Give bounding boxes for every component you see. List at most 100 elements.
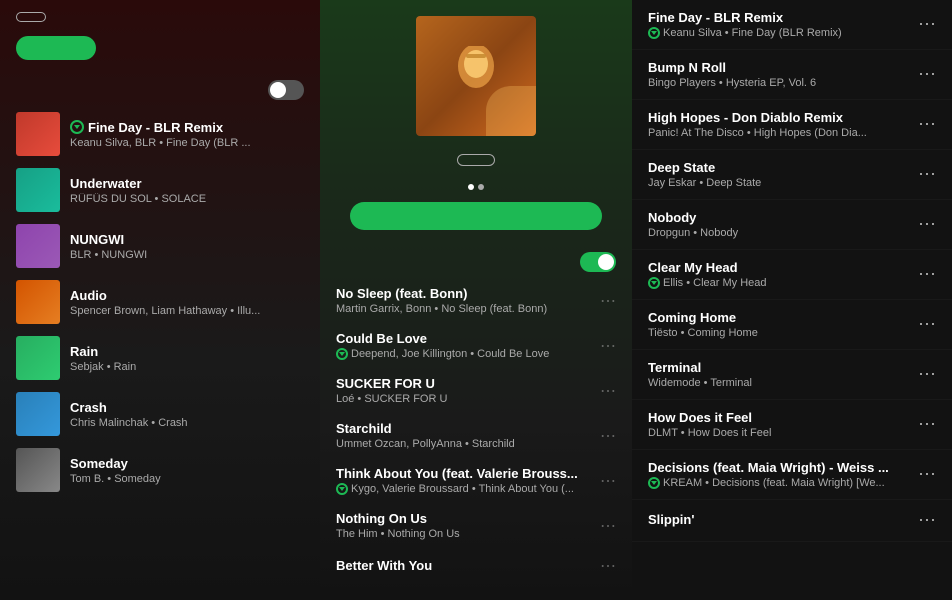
toggle-knob	[270, 82, 286, 98]
track-info: Starchild Ummet Ozcan, PollyAnna • Starc…	[336, 421, 588, 450]
track-thumbnail	[16, 448, 60, 492]
download-arrow	[651, 31, 657, 35]
track-item[interactable]: Better With You ⋯	[320, 548, 632, 584]
dot-2[interactable]	[478, 184, 484, 190]
track-info: Nothing On Us The Him • Nothing On Us	[336, 511, 588, 540]
playlist-hero	[320, 0, 632, 252]
download-toggle[interactable]	[268, 80, 304, 100]
more-options-icon[interactable]: ⋯	[918, 214, 936, 235]
track-meta: Bingo Players • Hysteria EP, Vol. 6	[648, 77, 910, 89]
more-options-icon[interactable]: ⋯	[600, 516, 616, 536]
track-info: Underwater RÜFÜS DU SOL • SOLACE	[70, 176, 278, 205]
more-options-icon[interactable]: ⋯	[600, 426, 616, 446]
track-item[interactable]: Bump N Roll Bingo Players • Hysteria EP,…	[632, 50, 952, 100]
track-info: Slippin'	[648, 512, 910, 529]
track-name: Fine Day - BLR Remix	[648, 10, 910, 25]
track-info: SUCKER FOR U Loé • SUCKER FOR U	[336, 376, 588, 405]
track-name: Bump N Roll	[648, 60, 910, 75]
track-item[interactable]: SUCKER FOR U Loé • SUCKER FOR U ⋯	[320, 368, 632, 413]
track-meta: Sebjak • Rain	[70, 361, 278, 373]
download-arrow	[651, 481, 657, 485]
track-meta: Kygo, Valerie Broussard • Think About Yo…	[336, 483, 588, 495]
more-options-icon[interactable]: ⋯	[918, 64, 936, 85]
more-options-icon[interactable]: ⋯	[600, 556, 616, 576]
track-meta: KREAM • Decisions (feat. Maia Wright) [W…	[648, 477, 910, 489]
track-info: Fine Day - BLR Remix Keanu Silva, BLR • …	[70, 120, 278, 149]
track-item[interactable]: Someday Tom B. • Someday ⋯	[8, 442, 312, 498]
track-name: Nobody	[648, 210, 910, 225]
track-meta: Panic! At The Disco • High Hopes (Don Di…	[648, 127, 910, 139]
dot-1[interactable]	[468, 184, 474, 190]
track-info: High Hopes - Don Diablo Remix Panic! At …	[648, 110, 910, 139]
track-item[interactable]: Clear My Head Ellis • Clear My Head ⋯	[632, 250, 952, 300]
more-options-icon[interactable]: ⋯	[600, 336, 616, 356]
more-options-icon[interactable]: ⋯	[600, 471, 616, 491]
track-item[interactable]: Slippin' ⋯	[632, 500, 952, 542]
play-button[interactable]	[16, 36, 96, 60]
track-item[interactable]: Crash Chris Malinchak • Crash ⋯	[8, 386, 312, 442]
track-meta: Tom B. • Someday	[70, 473, 278, 485]
track-item[interactable]: Fine Day - BLR Remix Keanu Silva, BLR • …	[8, 106, 312, 162]
middle-download-toggle[interactable]	[580, 252, 616, 272]
track-item[interactable]: Could Be Love Deepend, Joe Killington • …	[320, 323, 632, 368]
more-options-icon[interactable]: ⋯	[918, 14, 936, 35]
more-options-icon[interactable]: ⋯	[918, 464, 936, 485]
more-options-icon[interactable]: ⋯	[918, 414, 936, 435]
track-meta: BLR • NUNGWI	[70, 249, 278, 261]
more-options-icon[interactable]: ⋯	[918, 364, 936, 385]
middle-track-list: No Sleep (feat. Bonn) Martin Garrix, Bon…	[320, 278, 632, 584]
track-item[interactable]: NUNGWI BLR • NUNGWI ⋯	[8, 218, 312, 274]
more-options-icon[interactable]: ⋯	[918, 114, 936, 135]
download-arrow	[74, 125, 80, 129]
track-item[interactable]: Starchild Ummet Ozcan, PollyAnna • Starc…	[320, 413, 632, 458]
track-name: Underwater	[70, 176, 278, 191]
track-info: Rain Sebjak • Rain	[70, 344, 278, 373]
more-options-icon[interactable]: ⋯	[918, 164, 936, 185]
right-panel: Fine Day - BLR Remix Keanu Silva • Fine …	[632, 0, 952, 600]
more-options-icon[interactable]: ⋯	[918, 510, 936, 531]
track-item[interactable]: Underwater RÜFÜS DU SOL • SOLACE ⋯	[8, 162, 312, 218]
track-meta: Jay Eskar • Deep State	[648, 177, 910, 189]
track-name: Fine Day - BLR Remix	[88, 120, 223, 135]
track-item[interactable]: Deep State Jay Eskar • Deep State ⋯	[632, 150, 952, 200]
track-item[interactable]: Decisions (feat. Maia Wright) - Weiss ..…	[632, 450, 952, 500]
track-item[interactable]: Nothing On Us The Him • Nothing On Us ⋯	[320, 503, 632, 548]
track-item[interactable]: Rain Sebjak • Rain ⋯	[8, 330, 312, 386]
track-name: Coming Home	[648, 310, 910, 325]
track-info: Think About You (feat. Valerie Brouss...…	[336, 466, 588, 495]
track-meta: Tiësto • Coming Home	[648, 327, 910, 339]
track-name: Could Be Love	[336, 331, 588, 346]
track-name: Crash	[70, 400, 278, 415]
track-name: How Does it Feel	[648, 410, 910, 425]
following-button[interactable]	[16, 12, 46, 22]
more-options-icon[interactable]: ⋯	[918, 314, 936, 335]
track-item[interactable]: High Hopes - Don Diablo Remix Panic! At …	[632, 100, 952, 150]
track-item[interactable]: How Does it Feel DLMT • How Does it Feel…	[632, 400, 952, 450]
download-arrow	[651, 281, 657, 285]
track-item[interactable]: Fine Day - BLR Remix Keanu Silva • Fine …	[632, 0, 952, 50]
track-info: Someday Tom B. • Someday	[70, 456, 278, 485]
track-item[interactable]: No Sleep (feat. Bonn) Martin Garrix, Bon…	[320, 278, 632, 323]
track-info: No Sleep (feat. Bonn) Martin Garrix, Bon…	[336, 286, 588, 315]
track-item[interactable]: Coming Home Tiësto • Coming Home ⋯	[632, 300, 952, 350]
track-info: Better With You	[336, 558, 588, 575]
track-item[interactable]: Audio Spencer Brown, Liam Hathaway • Ill…	[8, 274, 312, 330]
track-item[interactable]: Terminal Widemode • Terminal ⋯	[632, 350, 952, 400]
track-meta: Ellis • Clear My Head	[648, 277, 910, 289]
track-item[interactable]: Think About You (feat. Valerie Brouss...…	[320, 458, 632, 503]
shuffle-play-button[interactable]	[350, 202, 602, 230]
download-icon	[648, 477, 660, 489]
middle-following-button[interactable]	[457, 154, 495, 166]
download-arrow	[339, 352, 345, 356]
track-info: Could Be Love Deepend, Joe Killington • …	[336, 331, 588, 360]
track-meta: Spencer Brown, Liam Hathaway • Illu...	[70, 305, 278, 317]
track-name: Think About You (feat. Valerie Brouss...	[336, 466, 588, 481]
more-options-icon[interactable]: ⋯	[600, 381, 616, 401]
track-info: Clear My Head Ellis • Clear My Head	[648, 260, 910, 289]
track-item[interactable]: Nobody Dropgun • Nobody ⋯	[632, 200, 952, 250]
more-options-icon[interactable]: ⋯	[918, 264, 936, 285]
track-info: Decisions (feat. Maia Wright) - Weiss ..…	[648, 460, 910, 489]
download-icon	[70, 120, 84, 134]
more-options-icon[interactable]: ⋯	[600, 291, 616, 311]
track-name: Someday	[70, 456, 278, 471]
